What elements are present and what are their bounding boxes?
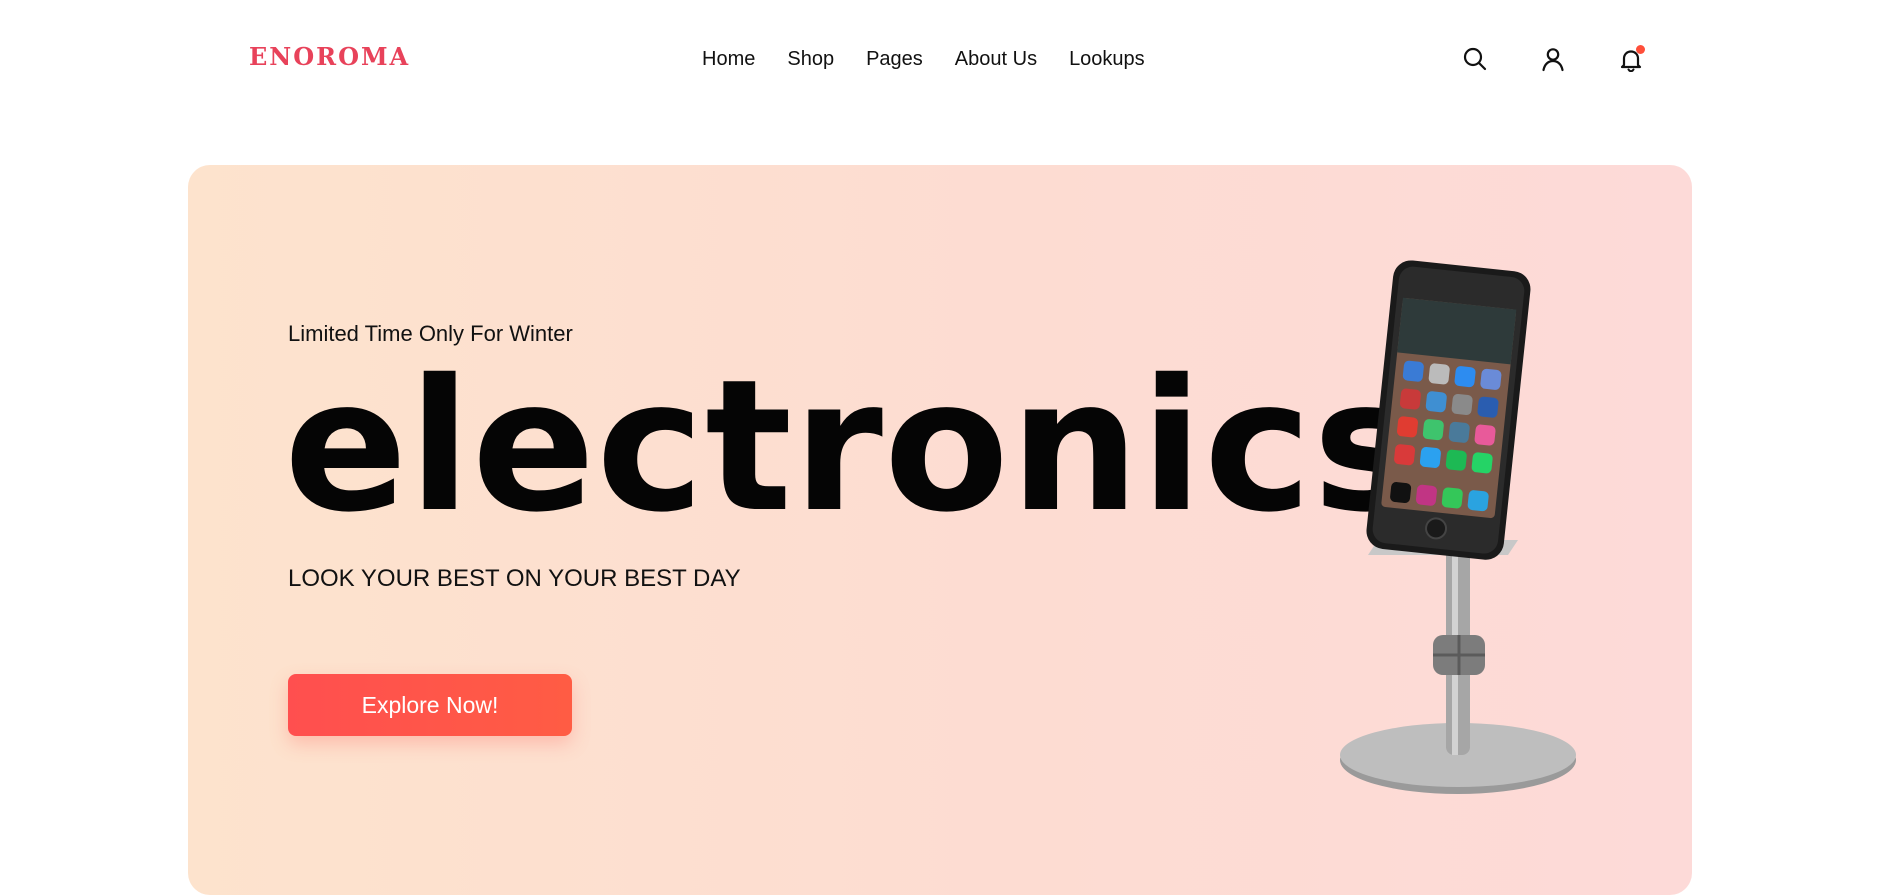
main-nav: Home Shop Pages About Us Lookups bbox=[702, 48, 1145, 71]
site-header: ENOROMA Home Shop Pages About Us Lookups bbox=[0, 0, 1877, 120]
nav-home[interactable]: Home bbox=[702, 48, 755, 71]
explore-now-button[interactable]: Explore Now! bbox=[288, 674, 572, 736]
nav-pages[interactable]: Pages bbox=[866, 48, 923, 71]
hero-banner: Limited Time Only For Winter electronics… bbox=[188, 165, 1692, 895]
phone-stand-image bbox=[1308, 255, 1608, 815]
search-icon[interactable] bbox=[1460, 44, 1490, 74]
notification-dot bbox=[1636, 45, 1645, 54]
nav-lookups[interactable]: Lookups bbox=[1069, 48, 1145, 71]
header-icons bbox=[1460, 44, 1660, 78]
bell-icon[interactable] bbox=[1616, 44, 1646, 74]
nav-shop[interactable]: Shop bbox=[787, 48, 834, 71]
user-icon[interactable] bbox=[1538, 44, 1568, 74]
hero-title: electronics bbox=[284, 340, 1423, 552]
logo[interactable]: ENOROMA bbox=[249, 42, 410, 71]
nav-about-us[interactable]: About Us bbox=[955, 48, 1037, 71]
hero-tagline: LOOK YOUR BEST ON YOUR BEST DAY bbox=[288, 565, 741, 592]
